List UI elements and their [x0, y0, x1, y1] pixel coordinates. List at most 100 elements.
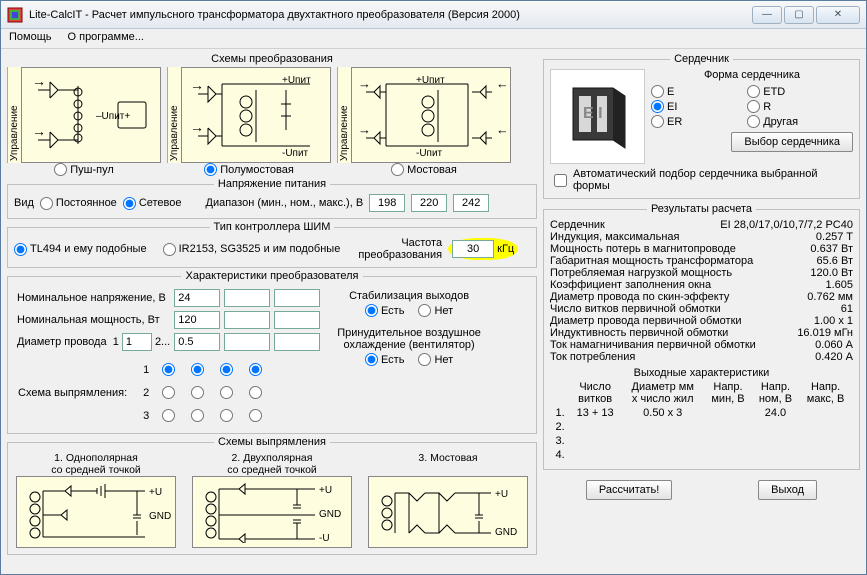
dia1-input[interactable]	[122, 333, 152, 351]
svg-text:-Uпит: -Uпит	[416, 148, 443, 158]
rect-1-1[interactable]	[162, 363, 175, 376]
svg-text:→: →	[358, 122, 371, 137]
svg-text:-U: -U	[319, 533, 330, 543]
out-row-3: 3.	[552, 435, 851, 447]
core-title: Сердечник	[670, 53, 733, 65]
rect-3-3[interactable]	[220, 409, 233, 422]
radio-fan-yes[interactable]: Есть	[365, 353, 404, 366]
radio-shape-etd[interactable]: ETD	[747, 85, 853, 98]
vnom3-input[interactable]	[274, 289, 320, 307]
core-image: E I	[550, 69, 645, 164]
minimize-button[interactable]: —	[752, 6, 782, 24]
ctrl-vertical-label: Управление	[7, 67, 21, 163]
calculate-button[interactable]: Рассчитать!	[586, 480, 672, 500]
radio-supply-dc[interactable]: Постоянное	[40, 197, 117, 210]
res-pgab: 65.6 Вт	[763, 255, 853, 267]
rect-2-2[interactable]	[191, 386, 204, 399]
freq-highlight: кГц	[448, 238, 518, 260]
ctrl-vertical-label: Управление	[167, 67, 181, 163]
radio-shape-other[interactable]: Другая	[747, 115, 853, 128]
freq-input[interactable]	[452, 240, 494, 258]
svg-text:→: →	[190, 77, 204, 93]
svg-text:←: ←	[496, 76, 506, 91]
group-supply: Напряжение питания Вид Постоянное Сетево…	[7, 178, 537, 219]
pnom2-input[interactable]	[224, 311, 270, 329]
freq-unit: кГц	[497, 243, 514, 255]
maximize-button[interactable]: ▢	[784, 6, 814, 24]
vnom-input[interactable]	[174, 289, 220, 307]
pnom3-input[interactable]	[274, 311, 320, 329]
radio-shape-e[interactable]: E	[651, 85, 737, 98]
vnom-label: Номинальное напряжение, В	[16, 288, 171, 308]
svg-text:→: →	[190, 119, 204, 135]
vnom2-input[interactable]	[224, 289, 270, 307]
ctrl-vertical-label: Управление	[337, 67, 351, 163]
scheme-halfbridge-image: +Uпит -Uпит → →	[181, 67, 331, 163]
radio-pwm-ir2153[interactable]: IR2153, SG3525 и им подобные	[163, 243, 341, 256]
exit-button[interactable]: Выход	[758, 480, 817, 500]
radio-pwm-tl494[interactable]: TL494 и ему подобные	[14, 243, 147, 256]
out-row-2: 2.	[552, 421, 851, 433]
params-title: Характеристики преобразователя	[181, 270, 362, 282]
rect-1-3[interactable]	[220, 363, 233, 376]
stab-label: Стабилизация выходов	[337, 290, 481, 302]
radio-supply-ac[interactable]: Сетевое	[123, 197, 182, 210]
radio-stab-no[interactable]: Нет	[418, 304, 453, 317]
radio-stab-yes[interactable]: Есть	[365, 304, 404, 317]
group-results: Результаты расчета СердечникEI 28,0/17,0…	[543, 203, 860, 470]
supply-max-input[interactable]	[453, 194, 489, 212]
radio-halfbridge[interactable]: Полумостовая	[204, 163, 294, 176]
out-title: Выходные характеристики	[550, 367, 853, 379]
radio-pushpull[interactable]: Пуш-пул	[54, 163, 114, 176]
dia3-input[interactable]	[224, 333, 270, 351]
titlebar: Lite-CalcIT - Расчет импульсного трансфо…	[1, 1, 866, 29]
menu-help[interactable]: Помощь	[9, 31, 52, 46]
radio-fullbridge[interactable]: Мостовая	[391, 163, 457, 176]
res-pload: 120.0 Вт	[763, 267, 853, 279]
rect-2-4[interactable]	[249, 386, 262, 399]
dia2-input[interactable]	[174, 333, 220, 351]
out-row-4: 4.	[552, 449, 851, 461]
rect-title: Схемы выпрямления	[214, 436, 330, 448]
rect-scheme-2-image: +U GND -U	[192, 476, 352, 548]
shape-title: Форма сердечника	[651, 69, 853, 81]
rect-3-2[interactable]	[191, 409, 204, 422]
svg-text:+U: +U	[319, 485, 332, 496]
rect-2-1[interactable]	[162, 386, 175, 399]
pnom-label: Номинальная мощность, Вт	[16, 310, 171, 330]
res-ploss: 0.637 Вт	[763, 243, 853, 255]
rect-1-4[interactable]	[249, 363, 262, 376]
conv-title: Схемы преобразования	[7, 53, 537, 65]
radio-shape-ei[interactable]: EI	[651, 100, 737, 113]
pick-core-button[interactable]: Выбор сердечника	[731, 132, 853, 152]
svg-text:GND: GND	[319, 509, 341, 520]
radio-fan-no[interactable]: Нет	[418, 353, 453, 366]
rect-3-4[interactable]	[249, 409, 262, 422]
pwm-title: Тип контроллера ШИМ	[210, 221, 335, 233]
menu-about[interactable]: О программе...	[68, 31, 144, 46]
dia4-input[interactable]	[274, 333, 320, 351]
freq-label2: преобразования	[358, 249, 442, 261]
res-kfill: 1.605	[763, 279, 853, 291]
rect-2-3[interactable]	[220, 386, 233, 399]
close-button[interactable]: ✕	[816, 6, 860, 24]
menubar: Помощь О программе...	[1, 29, 866, 49]
supply-min-input[interactable]	[369, 194, 405, 212]
supply-nom-input[interactable]	[411, 194, 447, 212]
svg-text:E I: E I	[583, 105, 603, 122]
rect-1-2[interactable]	[191, 363, 204, 376]
group-params: Характеристики преобразователя Номинальн…	[7, 270, 537, 434]
freq-label1: Частота	[401, 237, 442, 249]
rect-3-1[interactable]	[162, 409, 175, 422]
pnom-input[interactable]	[174, 311, 220, 329]
rect-scheme-3-image: +UGND	[368, 476, 528, 548]
radio-shape-r[interactable]: R	[747, 100, 853, 113]
group-rect: Схемы выпрямления 1. Однополярная со сре…	[7, 436, 537, 555]
results-title: Результаты расчета	[647, 203, 756, 215]
group-pwm: Тип контроллера ШИМ TL494 и ему подобные…	[7, 221, 537, 268]
supply-type-label: Вид	[14, 197, 34, 209]
radio-shape-er[interactable]: ER	[651, 115, 737, 128]
rect-scheme-1-image: +UGND	[16, 476, 176, 548]
svg-text:→: →	[32, 123, 46, 139]
auto-core-checkbox[interactable]: Автоматический подбор сердечника выбранн…	[550, 168, 853, 192]
